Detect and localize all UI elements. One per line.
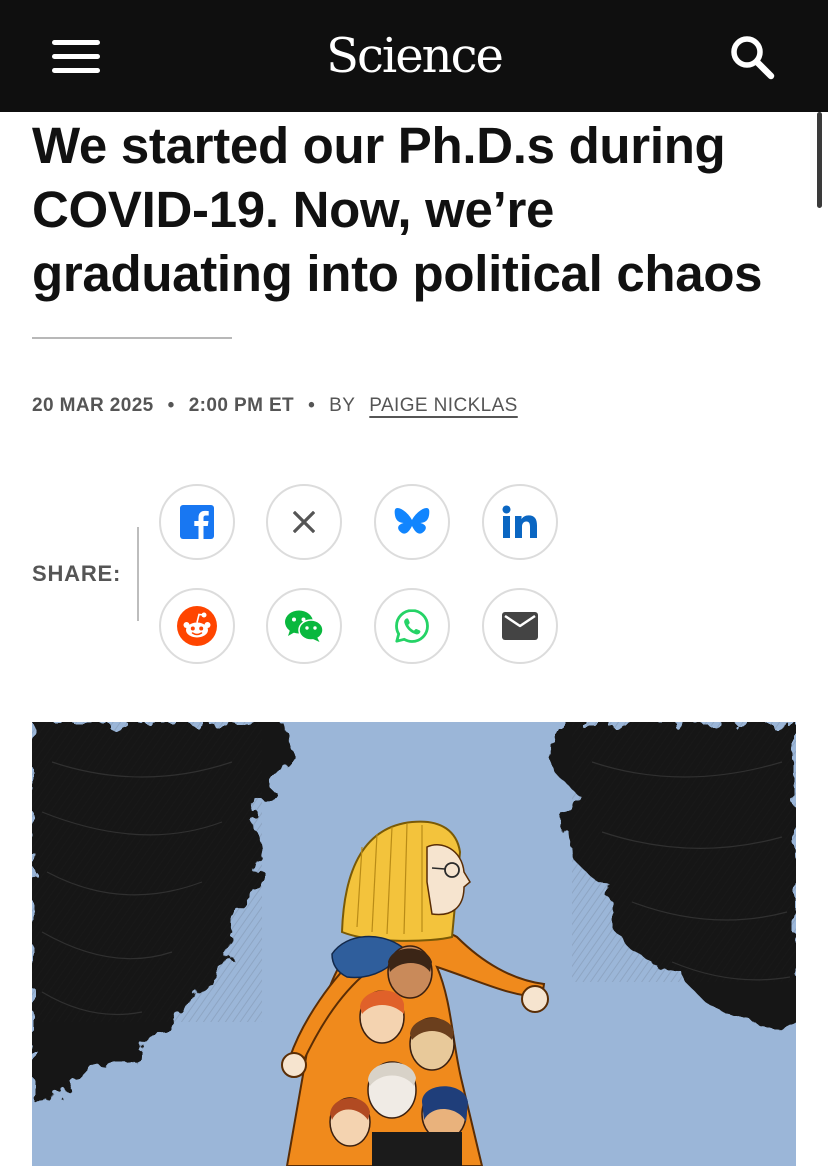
byline-label: BY <box>329 395 356 416</box>
share-x-button[interactable] <box>266 484 342 560</box>
reddit-icon <box>177 606 217 646</box>
share-reddit-button[interactable] <box>159 588 235 664</box>
share-linkedin-button[interactable] <box>482 484 558 560</box>
top-navigation-bar: Science <box>0 0 828 112</box>
publish-date: 20 MAR 2025 <box>32 395 154 416</box>
meta-separator-dot: • <box>167 395 175 416</box>
whatsapp-icon <box>395 609 429 643</box>
page-scrollbar[interactable] <box>817 112 822 208</box>
meta-separator-dot: • <box>308 395 316 416</box>
article-headline: We started our Ph.D.s during COVID-19. N… <box>32 117 763 302</box>
linkedin-icon <box>502 505 537 538</box>
share-bluesky-button[interactable] <box>374 484 450 560</box>
wechat-icon <box>285 610 324 642</box>
share-label: SHARE: <box>32 561 122 586</box>
article-meta: 20 MAR 2025 • 2:00 PM ET • BY PAIGE NICK… <box>32 392 518 420</box>
facebook-icon <box>180 505 214 539</box>
share-whatsapp-button[interactable] <box>374 588 450 664</box>
search-icon[interactable] <box>728 33 776 81</box>
illustration-graduates-walking-under-storm-clouds <box>32 722 796 1166</box>
publish-time: 2:00 PM ET <box>188 395 295 416</box>
share-email-button[interactable] <box>482 588 558 664</box>
site-logo[interactable]: Science <box>0 28 828 84</box>
bluesky-icon <box>394 508 430 534</box>
x-icon <box>293 511 315 533</box>
share-wechat-button[interactable] <box>266 588 342 664</box>
email-icon <box>502 612 538 640</box>
hero-illustration <box>32 722 796 1166</box>
author-link[interactable]: PAIGE NICKLAS <box>369 395 517 417</box>
headline-divider <box>32 337 232 339</box>
share-separator <box>137 527 139 621</box>
share-facebook-button[interactable] <box>159 484 235 560</box>
